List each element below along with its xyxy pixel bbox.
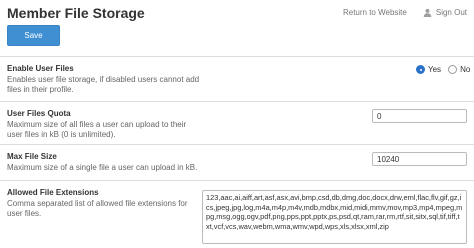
max-file-size-description: Maximum size of a single file a user can… [7, 163, 198, 172]
header-links: Return to Website Sign Out [343, 8, 467, 17]
allowed-extensions-textarea[interactable]: 123,aac,ai,aiff,art,asf,asx,avi,bmp,csd,… [202, 190, 467, 244]
member-file-storage-page: Member File Storage Return to Website Si… [0, 0, 474, 248]
user-files-quota-row: User Files Quota Maximum size of all fil… [0, 101, 474, 144]
enable-user-files-label: Enable User Files [7, 64, 74, 73]
user-files-quota-input[interactable] [372, 109, 467, 123]
radio-yes[interactable]: Yes [416, 65, 441, 74]
user-files-quota-description: Maximum size of all files a user can upl… [7, 120, 187, 139]
allowed-extensions-row: Allowed File Extensions Comma separated … [0, 180, 474, 248]
user-files-quota-label: User Files Quota [7, 109, 71, 118]
sign-out-link[interactable]: Sign Out [436, 8, 467, 17]
radio-no-indicator[interactable] [448, 65, 458, 74]
max-file-size-label: Max File Size [7, 152, 57, 161]
return-to-website-link[interactable]: Return to Website [343, 8, 407, 17]
max-file-size-input[interactable] [372, 152, 467, 166]
radio-no-label: No [460, 65, 471, 74]
page-title: Member File Storage [7, 5, 145, 21]
allowed-extensions-description: Comma separated list of allowed file ext… [7, 199, 188, 218]
enable-user-files-radio-group: Yes No [416, 65, 474, 74]
page-header: Member File Storage Return to Website Si… [0, 0, 474, 56]
radio-no[interactable]: No [448, 65, 470, 74]
allowed-extensions-label: Allowed File Extensions [7, 188, 99, 197]
save-button[interactable]: Save [7, 25, 60, 46]
user-icon [423, 8, 432, 17]
enable-user-files-description: Enables user file storage, if disabled u… [7, 75, 200, 94]
radio-yes-label: Yes [428, 65, 442, 74]
max-file-size-row: Max File Size Maximum size of a single f… [0, 144, 474, 180]
enable-user-files-row: Enable User Files Enables user file stor… [0, 56, 474, 101]
radio-yes-indicator[interactable] [416, 65, 425, 74]
